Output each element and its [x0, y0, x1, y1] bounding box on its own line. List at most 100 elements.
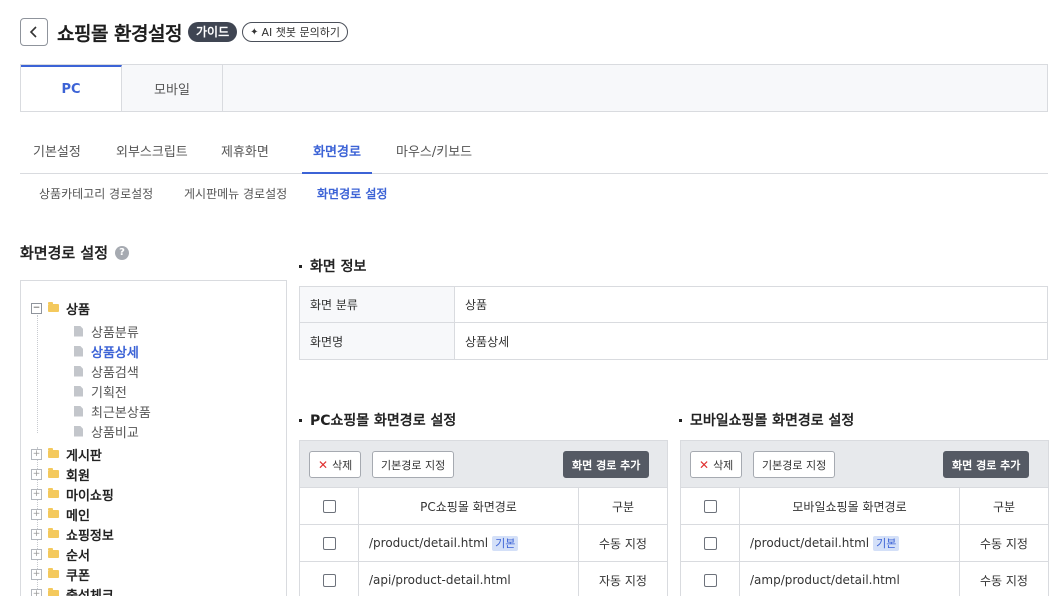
back-button[interactable]: [20, 18, 48, 46]
row-checkbox[interactable]: [322, 536, 336, 550]
mobile-set-default-button[interactable]: 기본경로 지정: [753, 451, 836, 478]
table-row: /api/product-detail.html 자동 지정: [300, 562, 667, 596]
mobile-paths-toolbar: ✕ 삭제 기본경로 지정 화면 경로 추가: [680, 440, 1049, 488]
grid-header-row: 모바일쇼핑몰 화면경로 구분: [681, 488, 1048, 525]
folder-icon: [48, 548, 59, 558]
mobile-paths-title: 모바일쇼핑몰 화면경로 설정: [690, 413, 855, 429]
tab-basic-settings[interactable]: 기본설정: [33, 134, 81, 174]
subtab-screen-path-settings[interactable]: 화면경로 설정: [317, 182, 387, 206]
select-all-checkbox[interactable]: [322, 499, 336, 513]
tree-node-order[interactable]: + 순서: [31, 544, 90, 564]
expand-icon[interactable]: +: [31, 448, 42, 460]
table-row: /product/detail.html 기본 수동 지정: [681, 525, 1048, 562]
screen-info-heading: 화면 정보: [299, 256, 366, 276]
folder-icon: [48, 568, 59, 578]
folder-icon: [48, 302, 59, 312]
table-row: /product/detail.html 기본 수동 지정: [300, 525, 667, 562]
tab-screen-path[interactable]: 화면경로: [302, 134, 372, 174]
default-tag: 기본: [873, 535, 900, 551]
folder-icon: [48, 588, 59, 596]
guide-badge[interactable]: 가이드: [187, 22, 238, 42]
column-header-type: 구분: [611, 499, 635, 514]
tab-pc[interactable]: PC: [21, 65, 122, 111]
tree-node-myshopping[interactable]: + 마이쇼핑: [31, 484, 114, 504]
screen-info-title: 화면 정보: [310, 259, 367, 275]
tree-leaf-product-search[interactable]: 상품검색: [74, 361, 139, 381]
tree-leaf-exhibition[interactable]: 기획전: [74, 381, 127, 401]
expand-icon[interactable]: +: [31, 548, 42, 560]
row-checkbox[interactable]: [703, 536, 717, 550]
tree-node-label: 출석체크: [66, 588, 114, 596]
mobile-delete-button[interactable]: ✕ 삭제: [690, 451, 743, 478]
tab-partner-screen[interactable]: 제휴화면: [221, 134, 269, 174]
chevron-left-icon: [29, 26, 37, 38]
select-all-cell: [300, 488, 359, 524]
tree-node-main[interactable]: + 메인: [31, 504, 90, 524]
tree-leaf-product-detail[interactable]: 상품상세: [74, 341, 139, 361]
grid-header-row: PC쇼핑몰 화면경로 구분: [300, 488, 667, 525]
pc-paths-heading: PC쇼핑몰 화면경로 설정: [299, 410, 456, 430]
info-value: 상품상세: [465, 334, 510, 349]
path-cell: /product/detail.html 기본: [359, 525, 579, 561]
mobile-paths-panel: ✕ 삭제 기본경로 지정 화면 경로 추가 모바일쇼핑몰 화면경로 구분 /pr…: [680, 440, 1049, 596]
tree-node-attendance[interactable]: + 출석체크: [31, 584, 114, 596]
expand-icon[interactable]: +: [31, 488, 42, 500]
type-cell: 수동 지정: [980, 536, 1028, 551]
tree-node-label: 쇼핑정보: [66, 528, 114, 544]
folder-icon: [48, 468, 59, 478]
ai-chatbot-button[interactable]: ✦ AI 챗봇 문의하기: [242, 22, 348, 42]
tree-node-product[interactable]: − 상품: [31, 298, 90, 318]
table-row: /amp/product/detail.html 수동 지정: [681, 562, 1048, 596]
subtab-category-path[interactable]: 상품카테고리 경로설정: [39, 182, 153, 206]
delete-x-icon: ✕: [699, 457, 710, 472]
expand-icon[interactable]: +: [31, 588, 42, 596]
collapse-icon[interactable]: −: [31, 302, 42, 314]
tab-mobile[interactable]: 모바일: [122, 65, 223, 111]
row-check-cell: [681, 562, 740, 596]
ai-chatbot-label: AI 챗봇 문의하기: [261, 26, 340, 39]
page-header: 쇼핑몰 환경설정 가이드 ✦ AI 챗봇 문의하기: [20, 18, 348, 46]
path-cell: /product/detail.html 기본: [740, 525, 960, 561]
pc-paths-title: PC쇼핑몰 화면경로 설정: [310, 413, 457, 429]
document-icon: [74, 385, 83, 397]
document-icon: [74, 365, 83, 377]
tree-leaf-label: 상품상세: [91, 345, 139, 361]
expand-icon[interactable]: +: [31, 528, 42, 540]
pc-delete-label: 삭제: [332, 458, 353, 472]
tab-mouse-keyboard[interactable]: 마우스/키보드: [396, 134, 472, 174]
device-tabs: PC 모바일: [20, 64, 1048, 112]
tree-node-shopping-info[interactable]: + 쇼핑정보: [31, 524, 114, 544]
expand-icon[interactable]: +: [31, 508, 42, 520]
mobile-paths-grid: 모바일쇼핑몰 화면경로 구분 /product/detail.html 기본 수…: [680, 488, 1049, 596]
pc-paths-panel: ✕ 삭제 기본경로 지정 화면 경로 추가 PC쇼핑몰 화면경로 구분 /pro…: [299, 440, 668, 596]
row-check-cell: [300, 562, 359, 596]
pc-set-default-button[interactable]: 기본경로 지정: [372, 451, 455, 478]
section-title-text: 화면경로 설정: [20, 244, 109, 262]
expand-icon[interactable]: +: [31, 468, 42, 480]
tree-leaf-product-category[interactable]: 상품분류: [74, 321, 139, 341]
expand-icon[interactable]: +: [31, 568, 42, 580]
path-cell: /api/product-detail.html: [359, 562, 579, 596]
tree-node-coupon[interactable]: + 쿠폰: [31, 564, 90, 584]
tree-leaf-product-compare[interactable]: 상품비교: [74, 421, 139, 441]
pc-delete-button[interactable]: ✕ 삭제: [309, 451, 362, 478]
path-cell: /amp/product/detail.html: [740, 562, 960, 596]
help-icon[interactable]: ?: [115, 245, 130, 260]
select-all-cell: [681, 488, 740, 524]
tree-node-board[interactable]: + 게시판: [31, 444, 102, 464]
tab-external-script[interactable]: 외부스크립트: [116, 134, 188, 174]
mobile-delete-label: 삭제: [713, 458, 734, 472]
tree-leaf-label: 기획전: [91, 385, 127, 401]
tree-node-label: 쿠폰: [66, 568, 90, 584]
tree-node-label: 상품: [66, 302, 90, 318]
subtab-board-path[interactable]: 게시판메뉴 경로설정: [184, 182, 287, 206]
row-checkbox[interactable]: [703, 573, 717, 587]
pc-add-path-button[interactable]: 화면 경로 추가: [563, 451, 650, 478]
row-checkbox[interactable]: [322, 573, 336, 587]
tree-leaf-recent-products[interactable]: 최근본상품: [74, 401, 151, 421]
screen-info-table: 화면 분류 상품 화면명 상품상세: [299, 286, 1048, 360]
select-all-checkbox[interactable]: [703, 499, 717, 513]
tree-node-member[interactable]: + 회원: [31, 464, 90, 484]
page-title: 쇼핑몰 환경설정: [57, 22, 182, 45]
mobile-add-path-button[interactable]: 화면 경로 추가: [943, 451, 1030, 478]
